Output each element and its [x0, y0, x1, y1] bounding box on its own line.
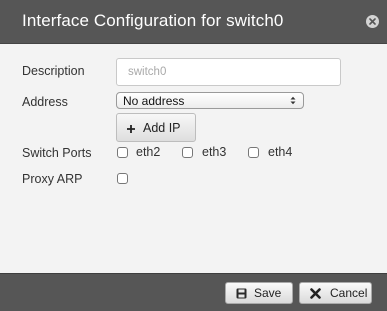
address-label: Address — [22, 95, 68, 109]
eth4-checkbox[interactable] — [248, 147, 259, 158]
eth3-checkbox[interactable] — [182, 147, 193, 158]
eth4-label: eth4 — [268, 145, 293, 159]
save-label: Save — [254, 286, 282, 300]
eth2-checkbox[interactable] — [117, 147, 128, 158]
x-icon — [310, 288, 321, 299]
proxy-arp-label: Proxy ARP — [22, 172, 83, 186]
dialog-footer: Save Cancel — [0, 273, 387, 311]
select-arrows-icon — [290, 96, 296, 105]
description-input[interactable] — [116, 58, 341, 86]
dialog-title: Interface Configuration for switch0 — [22, 11, 284, 30]
address-select[interactable]: No address — [116, 92, 304, 109]
eth2-label: eth2 — [136, 145, 161, 159]
close-button[interactable] — [366, 15, 379, 28]
interface-config-dialog: Interface Configuration for switch0 Desc… — [0, 0, 387, 311]
add-ip-button[interactable]: Add IP — [116, 113, 196, 142]
dialog-titlebar: Interface Configuration for switch0 — [0, 0, 387, 44]
floppy-disk-icon — [236, 288, 247, 299]
eth3-label: eth3 — [202, 145, 227, 159]
description-label: Description — [22, 64, 85, 78]
cancel-label: Cancel — [330, 286, 368, 300]
plus-icon — [127, 125, 135, 133]
address-selected-value: No address — [123, 94, 185, 108]
close-icon — [369, 18, 376, 25]
proxy-arp-checkbox[interactable] — [117, 173, 128, 184]
save-button[interactable]: Save — [225, 282, 293, 304]
cancel-button[interactable]: Cancel — [299, 282, 372, 304]
switch-ports-label: Switch Ports — [22, 146, 92, 160]
add-ip-label: Add IP — [143, 121, 181, 135]
